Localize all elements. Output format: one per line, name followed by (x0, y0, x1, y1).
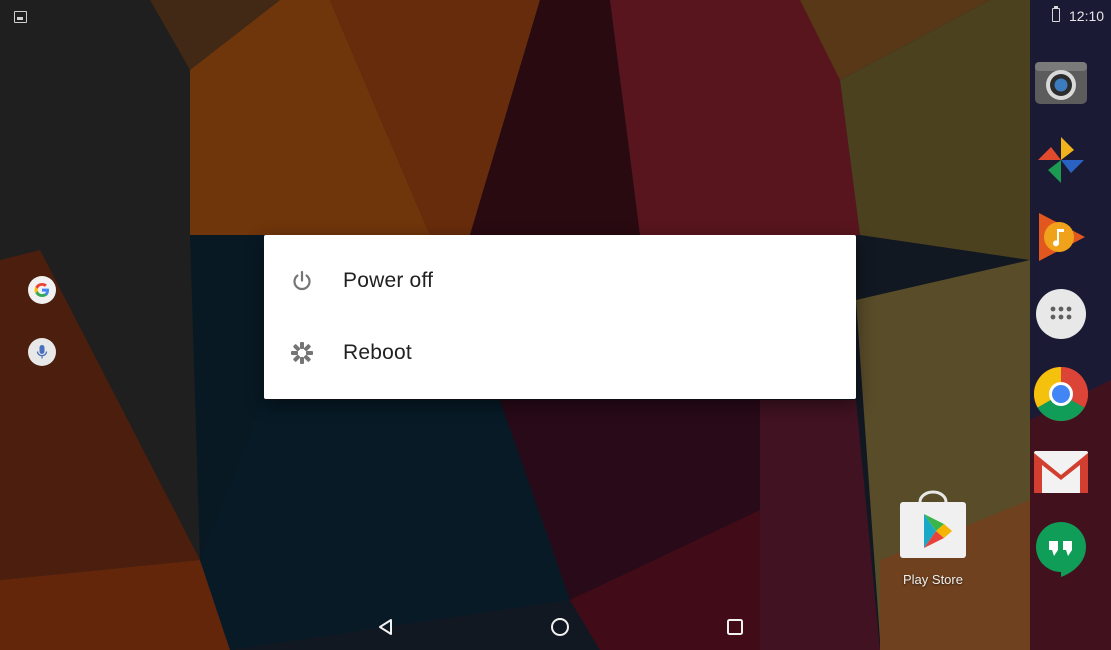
power-off-option[interactable]: Power off (264, 245, 856, 317)
play-store-icon (900, 490, 966, 558)
google-search-icon[interactable] (28, 276, 56, 304)
navigation-bar (0, 600, 1111, 650)
reboot-icon (288, 339, 316, 367)
recents-icon[interactable] (720, 612, 750, 642)
power-icon (288, 267, 316, 295)
play-music-icon[interactable] (1031, 207, 1091, 267)
play-store-shortcut[interactable]: Play Store (896, 490, 970, 594)
reboot-label: Reboot (343, 341, 412, 364)
hangouts-icon[interactable] (1031, 520, 1091, 580)
gallery-icon (14, 11, 27, 23)
gmail-icon[interactable] (1031, 442, 1091, 502)
camera-icon[interactable] (1031, 52, 1091, 112)
home-icon[interactable] (545, 612, 575, 642)
power-menu-dialog: Power off Reboot (264, 235, 856, 399)
power-off-label: Power off (343, 269, 434, 292)
chrome-icon[interactable] (1031, 364, 1091, 424)
all-apps-icon[interactable] (1031, 284, 1091, 344)
play-store-label: Play Store (903, 572, 963, 587)
voice-search-icon[interactable] (28, 338, 56, 366)
reboot-option[interactable]: Reboot (264, 317, 856, 389)
app-dock (1028, 0, 1094, 650)
back-icon[interactable] (371, 612, 401, 642)
photos-icon[interactable] (1031, 130, 1091, 190)
status-bar: 12:10 (0, 0, 1111, 32)
